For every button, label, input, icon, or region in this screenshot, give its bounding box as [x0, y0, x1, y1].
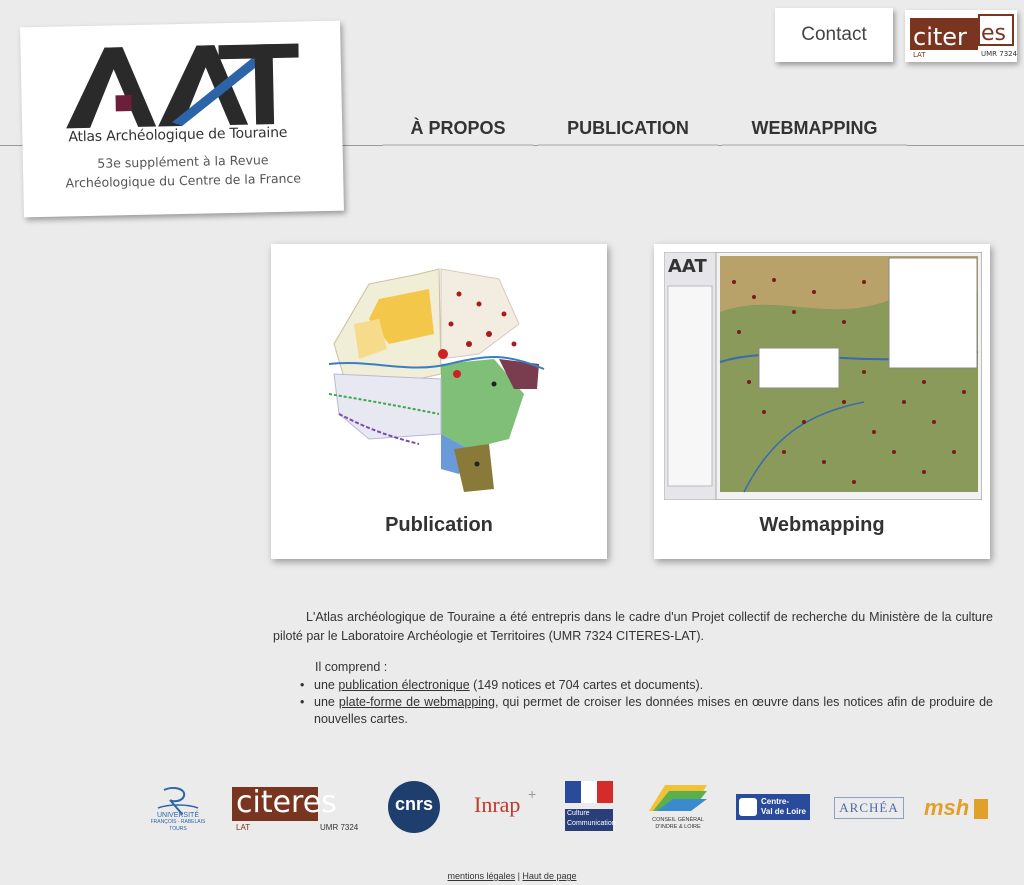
cnrs-logo-text: cnrs: [394, 794, 434, 814]
svg-text:citer: citer: [913, 23, 967, 51]
contact-button[interactable]: Contact: [775, 8, 893, 62]
inrap-logo-text: Inrap: [474, 792, 521, 817]
mentions-legales-link[interactable]: mentions légales: [448, 871, 516, 881]
webmapping-card-label: Webmapping: [759, 514, 885, 536]
partner-conseil-general[interactable]: CONSEIL GÉNÉRAL D'INDRE & LOIRE: [645, 781, 711, 833]
citeres-logo-link[interactable]: citer es LAT UMR 7324: [905, 10, 1018, 62]
region-logo-text: Centre- Val de Loire: [761, 797, 806, 817]
nav-webmapping[interactable]: WEBMAPPING: [722, 118, 907, 146]
cg-line1: CONSEIL GÉNÉRAL: [652, 817, 704, 823]
culture-line2: Communication: [567, 820, 616, 827]
citeres-partner-umr: UMR 7324: [320, 823, 359, 832]
svg-text:UMR 7324: UMR 7324: [981, 50, 1017, 58]
page-footer: mentions légales | Haut de page: [0, 871, 1024, 881]
webmapping-card[interactable]: AAT Webmapping: [654, 244, 990, 559]
intro-list: une publication électronique (149 notice…: [298, 677, 993, 728]
region-logo-icon: [739, 798, 757, 816]
mshs-logo-text: msh: [924, 795, 970, 820]
conseil-general-logo-mark: [649, 785, 707, 811]
bullet1-suffix: (149 notices et 704 cartes et documents)…: [469, 678, 704, 692]
culture-logo-text: Culture Communication: [565, 809, 616, 831]
conseil-general-text: CONSEIL GÉNÉRAL D'INDRE & LOIRE: [645, 817, 711, 831]
site-logo[interactable]: Atlas Archéologique de Touraine 53e supp…: [20, 20, 344, 218]
region-line1: Centre-: [761, 797, 790, 806]
universite-line3: TOURS: [169, 826, 187, 832]
publication-card[interactable]: Publication: [271, 244, 607, 559]
aat-logo-mark: [66, 43, 299, 129]
svg-text:LAT: LAT: [913, 51, 926, 59]
intro-paragraph: L'Atlas archéologique de Touraine a été …: [273, 610, 993, 643]
partner-cnrs[interactable]: cnrs: [388, 781, 440, 833]
bullet1-prefix: une: [314, 678, 339, 692]
culture-line1: Culture: [567, 810, 590, 817]
citeres-partner-sub: LAT: [236, 823, 251, 832]
partner-inrap[interactable]: Inrap +: [468, 786, 538, 822]
contact-label: Contact: [801, 24, 867, 45]
cg-line2: D'INDRE & LOIRE: [655, 824, 701, 830]
partner-mshs[interactable]: msh: [924, 793, 994, 823]
logo-subtitle: 53e supplément à la Revue Archéologique …: [23, 149, 344, 194]
partner-universite-tours[interactable]: UNIVERSITÉ FRANÇOIS - RABELAIS TOURS: [142, 786, 214, 834]
marianne-flag-icon: [565, 781, 613, 803]
publication-card-label: Publication: [385, 514, 493, 536]
nav-a-propos[interactable]: À PROPOS: [383, 118, 533, 146]
universite-text: UNIVERSITÉ FRANÇOIS - RABELAIS TOURS: [142, 812, 214, 833]
universite-line1: UNIVERSITÉ: [156, 812, 199, 819]
archea-logo-text: ARCHÉA: [839, 800, 899, 815]
mshs-logo-mark: [974, 799, 988, 819]
svg-text:AAT: AAT: [668, 256, 707, 277]
citeres-partner-text: citeres: [236, 785, 337, 820]
list-item: une publication électronique (149 notice…: [298, 677, 993, 694]
region-line2: Val de Loire: [761, 807, 806, 816]
partner-culture[interactable]: Culture Communication: [565, 781, 616, 833]
partner-citeres[interactable]: citeres LAT UMR 7324: [232, 783, 366, 835]
haut-de-page-link[interactable]: Haut de page: [522, 871, 576, 881]
webmapping-link[interactable]: plate-forme de webmapping: [339, 695, 495, 709]
universite-line2: FRANÇOIS - RABELAIS: [150, 819, 206, 825]
nav-publication[interactable]: PUBLICATION: [538, 118, 718, 146]
partner-archea[interactable]: ARCHÉA: [834, 797, 904, 819]
citeres-logo-top: citer es LAT UMR 7324: [910, 14, 1018, 59]
publication-link[interactable]: publication électronique: [338, 678, 469, 692]
inrap-plus-icon: +: [528, 786, 537, 802]
logo-title: Atlas Archéologique de Touraine: [68, 124, 288, 146]
svg-text:es: es: [981, 21, 1006, 46]
bullet2-prefix: une: [314, 695, 339, 709]
webmapping-screenshot-image: AAT: [664, 252, 982, 500]
intro-comprend: Il comprend :: [315, 660, 388, 674]
publication-map-image: [329, 268, 545, 492]
partner-region-centre[interactable]: Centre- Val de Loire: [736, 794, 810, 820]
list-item: une plate-forme de webmapping, qui perme…: [298, 694, 993, 728]
